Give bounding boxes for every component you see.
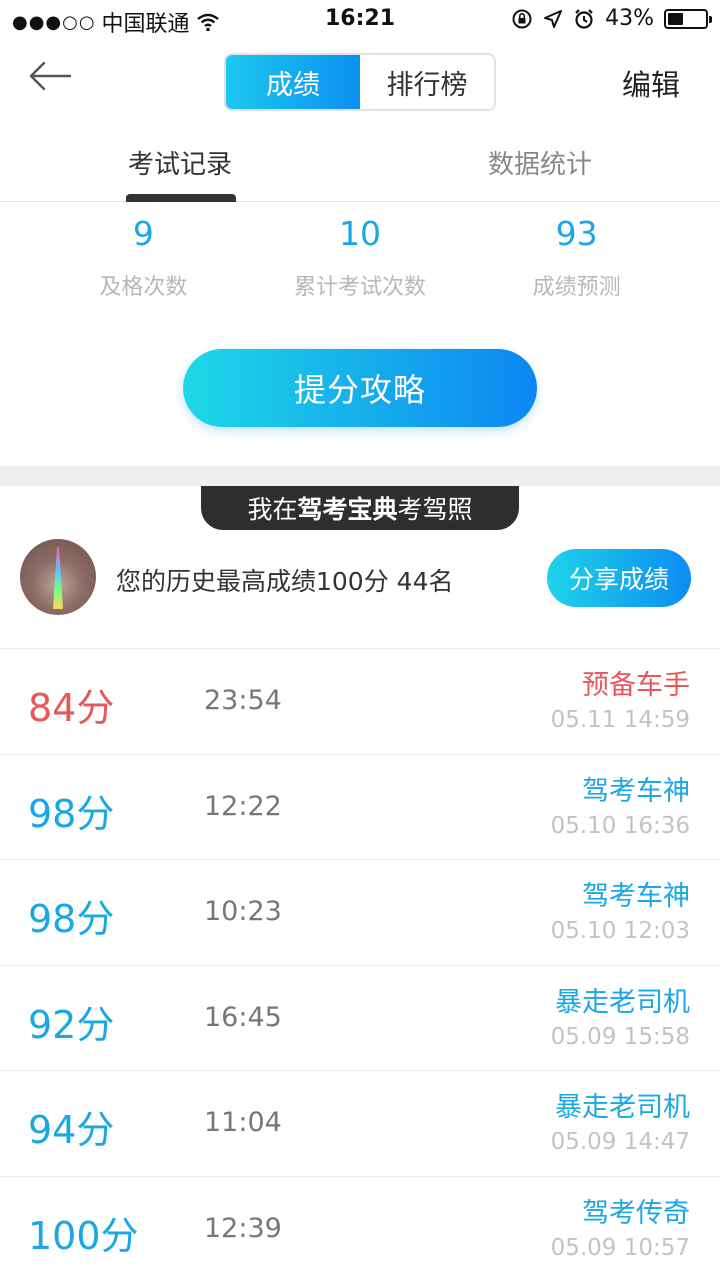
share-score-button[interactable]: 分享成绩 — [547, 549, 691, 607]
record-duration: 10:23 — [204, 896, 282, 927]
score-strategy-button[interactable]: 提分攻略 — [183, 349, 537, 427]
tab-exam-records[interactable]: 考试记录 — [0, 124, 360, 202]
banner-prefix: 我在 — [247, 495, 298, 524]
exam-record-row[interactable]: 98分 10:23 驾考车神 05.10 12:03 — [0, 859, 720, 965]
record-title: 驾考车神 — [582, 775, 690, 807]
section-divider — [0, 466, 720, 486]
record-duration: 23:54 — [204, 685, 282, 716]
battery-icon — [664, 8, 712, 29]
record-duration: 12:22 — [204, 790, 282, 822]
record-date: 05.11 14:59 — [550, 707, 690, 733]
exam-record-row[interactable]: 100分 12:39 驾考传奇 05.09 10:57 — [0, 1175, 720, 1280]
stat-value: 10 — [339, 214, 381, 253]
avatar-photo — [53, 547, 63, 609]
record-score: 92分 — [28, 1002, 115, 1047]
back-arrow-icon — [29, 61, 72, 91]
record-title: 暴走老司机 — [555, 1092, 690, 1123]
tab-exam-records-label: 考试记录 — [127, 150, 232, 180]
record-title: 预备车手 — [582, 670, 690, 701]
record-date: 05.10 12:03 — [550, 918, 690, 944]
exam-record-row[interactable]: 84分 23:54 预备车手 05.11 14:59 — [0, 648, 720, 754]
record-title: 驾考传奇 — [582, 1197, 690, 1229]
segmented-control: 成绩 排行榜 — [224, 53, 496, 111]
tab-data-statistics-label: 数据统计 — [487, 150, 592, 180]
record-duration: 16:45 — [204, 1001, 282, 1033]
record-date: 05.09 14:47 — [550, 1129, 690, 1155]
exam-record-row[interactable]: 98分 12:22 驾考车神 05.10 16:36 — [0, 753, 720, 860]
status-right: 43% — [511, 6, 712, 31]
active-tab-indicator — [126, 194, 236, 202]
edit-button[interactable]: 编辑 — [622, 62, 680, 104]
stat-value: 93 — [555, 214, 598, 253]
stat-label: 及格次数 — [99, 275, 188, 300]
battery-percent: 43% — [605, 6, 654, 31]
record-date: 05.10 16:36 — [550, 812, 690, 839]
stat-value: 9 — [132, 214, 154, 253]
best-record: 您的历史最高成绩100分 44名 分享成绩 — [0, 530, 720, 648]
best-score-text: 您的历史最高成绩100分 44名 — [116, 567, 454, 596]
record-date: 05.09 10:57 — [550, 1234, 690, 1261]
stats-summary: 9 及格次数 10 累计考试次数 93 成绩预测 — [0, 202, 720, 322]
stat-label: 成绩预测 — [532, 275, 621, 300]
banner-brand: 驾考宝典 — [297, 495, 398, 524]
exam-record-list: 84分 23:54 预备车手 05.11 14:59 98分 12:22 驾考车神 05.10… — [0, 648, 720, 1280]
stat-total-exams: 10 累计考试次数 — [252, 202, 469, 322]
tab-scores[interactable]: 成绩 — [226, 55, 360, 109]
exam-record-row[interactable]: 92分 16:45 暴走老司机 05.09 15:58 — [0, 964, 720, 1071]
record-date: 05.09 15:58 — [550, 1023, 690, 1050]
sub-tabs: 考试记录 数据统计 — [0, 124, 720, 202]
rotation-lock-icon — [512, 9, 532, 28]
stat-score-prediction: 93 成绩预测 — [468, 202, 685, 322]
stat-pass-count: 9 及格次数 — [35, 202, 252, 322]
back-button[interactable] — [28, 58, 78, 98]
record-duration: 11:04 — [204, 1107, 282, 1138]
record-title: 驾考车神 — [582, 881, 690, 912]
record-title: 暴走老司机 — [555, 986, 690, 1018]
record-score: 84分 — [28, 686, 115, 730]
record-score: 94分 — [28, 1108, 115, 1152]
record-duration: 12:39 — [204, 1212, 282, 1244]
brand-banner: 我在 驾考宝典 考驾照 — [201, 486, 519, 530]
tab-leaderboard[interactable]: 排行榜 — [360, 55, 494, 109]
alarm-icon — [575, 8, 593, 29]
banner-suffix: 考驾照 — [397, 495, 473, 524]
record-score: 98分 — [28, 897, 115, 941]
location-arrow-icon — [544, 9, 563, 28]
battery-level-fill — [668, 12, 684, 25]
record-score: 98分 — [28, 791, 115, 836]
stat-label: 累计考试次数 — [294, 275, 427, 300]
tab-data-statistics[interactable]: 数据统计 — [360, 124, 720, 201]
avatar[interactable] — [20, 539, 96, 615]
nav-bar: 成绩 排行榜 编辑 — [0, 40, 720, 124]
exam-record-row[interactable]: 94分 11:04 暴走老司机 05.09 14:47 — [0, 1070, 720, 1176]
record-score: 100分 — [28, 1213, 139, 1258]
status-bar: ●●●○○ 中国联通 16:21 43% — [0, 0, 720, 40]
